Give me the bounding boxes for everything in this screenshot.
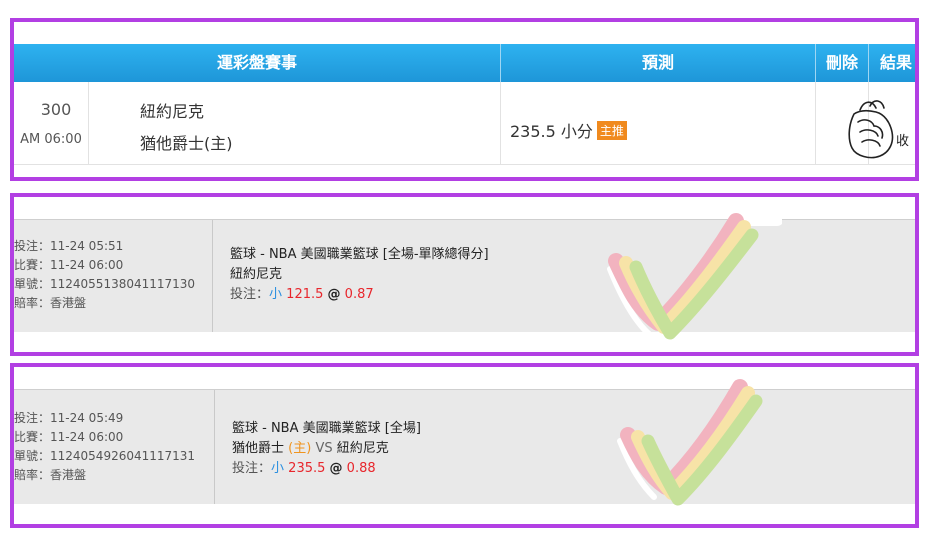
pick: 小 [269, 287, 283, 302]
bet-slip-1: 投注：11-24 05:51 比賽：11-24 06:00 單號：1124055… [10, 193, 919, 356]
row-divider [14, 164, 915, 165]
away-team: 紐約尼克 [336, 441, 389, 456]
bet-line: 投注：小 235.5 @ 0.88 [232, 459, 421, 479]
bet-label: 投注： [232, 461, 272, 476]
game-number: 300 [40, 100, 72, 119]
bet-label: 投注： [230, 287, 270, 302]
game-time: AM 06:00 [20, 132, 82, 147]
bet-meta: 投注：11-24 05:51 比賽：11-24 06:00 單號：1124055… [14, 237, 195, 313]
column-divider [214, 390, 215, 504]
home-team: 猶他爵士(主) [140, 134, 233, 153]
odds-type: 賠率：香港盤 [14, 296, 87, 310]
order-number: 單號：1124055138041117130 [14, 277, 196, 291]
rainbow-checkmark-icon [607, 212, 782, 340]
rainbow-checkmark-icon [617, 368, 789, 506]
home-mark: (主) [288, 441, 312, 456]
match-time: 比賽：11-24 06:00 [14, 430, 124, 444]
odds: 0.87 [344, 287, 374, 302]
matchup: 猶他爵士 (主) VS 紐約尼克 [232, 439, 421, 459]
bet-time: 投注：11-24 05:51 [14, 239, 124, 253]
column-divider [212, 220, 213, 332]
pick: 小 [271, 461, 285, 476]
away-team: 紐約尼克 [140, 102, 205, 121]
line: 235.5 [288, 461, 326, 476]
table-header: 運彩盤賽事 預測 刪除 結果 [14, 44, 915, 82]
prediction-value: 235.5 小分 [510, 122, 593, 141]
order-number: 單號：1124054926041117131 [14, 449, 196, 463]
column-divider [500, 82, 501, 164]
match-time: 比賽：11-24 06:00 [14, 258, 124, 272]
bet-detail: 籃球 - NBA 美國職業籃球 [全場] 猶他爵士 (主) VS 紐約尼克 投注… [232, 419, 421, 479]
bet-line: 投注：小 121.5 @ 0.87 [230, 285, 489, 305]
fist-icon [848, 100, 894, 159]
vs-label: VS [315, 441, 333, 456]
league: 籃球 - NBA 美國職業籃球 [全場-單隊總得分] [230, 247, 489, 262]
line: 121.5 [286, 287, 324, 302]
at-sign: @ [329, 461, 343, 476]
home-team: 猶他爵士 [232, 441, 285, 456]
header-event: 運彩盤賽事 [216, 53, 297, 72]
prediction: 235.5 小分 主推 [510, 118, 627, 142]
header-delete: 刪除 [825, 53, 858, 72]
at-sign: @ [327, 287, 341, 302]
bet-detail: 籃球 - NBA 美國職業籃球 [全場-單隊總得分] 紐約尼克 投注：小 121… [230, 245, 489, 305]
odds-type: 賠率：香港盤 [14, 468, 87, 482]
bet-slip-2: 投注：11-24 05:49 比賽：11-24 06:00 單號：1124054… [10, 363, 919, 528]
prediction-panel: 運彩盤賽事 預測 刪除 結果 300 AM 06:00 紐約尼克 猶他爵士(主)… [10, 18, 919, 181]
team: 紐約尼克 [230, 267, 283, 282]
league: 籃球 - NBA 美國職業籃球 [全場] [232, 421, 421, 436]
odds: 0.88 [346, 461, 376, 476]
bet-time: 投注：11-24 05:49 [14, 411, 124, 425]
result-text: 收 [896, 134, 910, 149]
header-prediction: 預測 [641, 53, 674, 72]
featured-pick-badge: 主推 [596, 121, 627, 140]
header-result: 結果 [879, 53, 912, 72]
bet-meta: 投注：11-24 05:49 比賽：11-24 06:00 單號：1124054… [14, 409, 195, 485]
column-divider [815, 82, 816, 164]
column-divider [88, 82, 89, 164]
